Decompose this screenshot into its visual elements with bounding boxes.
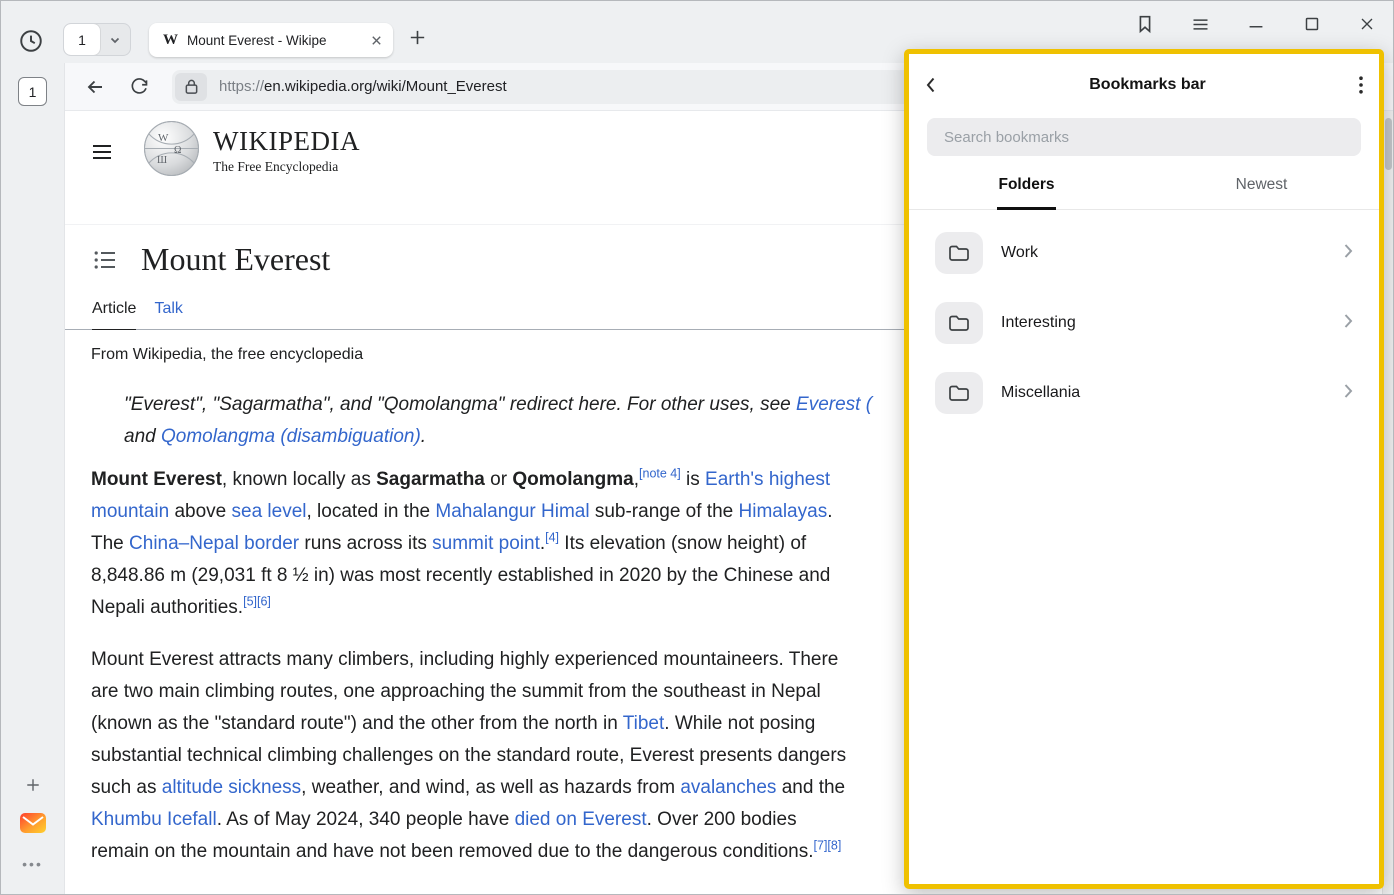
tab-folders-label: Folders <box>997 172 1057 210</box>
contents-icon[interactable] <box>94 250 116 270</box>
wikipedia-globe-icon: W Ω Ш <box>143 120 200 182</box>
folder-row-miscellania[interactable]: Miscellania <box>915 358 1373 428</box>
tab-newest-label: Newest <box>1234 172 1290 209</box>
folder-label: Work <box>1001 244 1343 262</box>
titlebar-icons <box>1134 13 1377 35</box>
svg-text:W: W <box>158 132 169 144</box>
close-icon[interactable] <box>1357 14 1377 34</box>
sidebar-workspace-badge[interactable]: 1 <box>18 77 47 106</box>
back-icon[interactable] <box>83 75 107 99</box>
url-host-path: en.wikipedia.org/wiki/Mount_Everest <box>264 78 507 95</box>
maximize-icon[interactable] <box>1301 13 1323 35</box>
tab-article[interactable]: Article <box>92 300 136 330</box>
chevron-right-icon <box>1343 313 1353 334</box>
folder-icon <box>935 302 983 344</box>
browser-tab[interactable]: W Mount Everest - Wikipe <box>149 23 393 57</box>
back-chevron-icon[interactable] <box>925 76 936 94</box>
scrollbar-thumb[interactable] <box>1385 118 1392 170</box>
workspace-switcher[interactable]: 1 <box>63 23 131 56</box>
tab-newest[interactable]: Newest <box>1144 172 1379 209</box>
tab-close-icon[interactable] <box>370 34 383 47</box>
folder-row-interesting[interactable]: Interesting <box>915 288 1373 358</box>
bookmarks-folder-list: Work Interesting Miscellania <box>909 210 1379 436</box>
lock-icon[interactable] <box>175 73 207 101</box>
add-panel-icon[interactable] <box>24 776 42 794</box>
page-title: Mount Everest <box>141 241 330 278</box>
chevron-down-icon <box>100 24 130 55</box>
reload-icon[interactable] <box>129 76 150 97</box>
url-text: https://en.wikipedia.org/wiki/Mount_Ever… <box>219 78 507 95</box>
menu-icon[interactable] <box>1190 14 1211 35</box>
tab-folders[interactable]: Folders <box>909 172 1144 209</box>
clock-icon[interactable] <box>18 28 44 54</box>
bookmarks-title: Bookmarks bar <box>936 76 1359 94</box>
tab-title: Mount Everest - Wikipe <box>187 33 364 48</box>
folder-icon <box>935 372 983 414</box>
search-bookmarks-input[interactable] <box>927 118 1361 156</box>
folder-label: Interesting <box>1001 314 1343 332</box>
kebab-menu-icon[interactable] <box>1359 76 1363 94</box>
wikipedia-logo[interactable]: W Ω Ш WIKIPEDIA The Free Encyclopedia <box>143 120 360 182</box>
hamburger-icon[interactable] <box>91 141 113 163</box>
workspace-number: 1 <box>64 24 100 55</box>
tab-talk[interactable]: Talk <box>154 300 182 329</box>
more-dots-icon[interactable]: ••• <box>22 856 43 872</box>
left-sidebar: 1 ••• <box>1 63 65 894</box>
mail-icon[interactable] <box>19 809 47 842</box>
svg-text:Ш: Ш <box>157 155 167 166</box>
folder-label: Miscellania <box>1001 384 1343 402</box>
url-scheme: https:// <box>219 78 264 95</box>
browser-window: 1 W Mount Everest - Wikipe <box>0 0 1394 895</box>
bookmarks-tabs: Folders Newest <box>909 172 1379 210</box>
bookmarks-header: Bookmarks bar <box>909 54 1379 116</box>
chevron-right-icon <box>1343 383 1353 404</box>
bookmarks-popup: Bookmarks bar Folders Newest Work <box>904 49 1384 889</box>
svg-text:Ω: Ω <box>174 145 181 156</box>
logo-tagline: The Free Encyclopedia <box>213 159 360 175</box>
logo-title: WIKIPEDIA <box>213 127 360 155</box>
wikipedia-favicon: W <box>163 32 178 49</box>
folder-row-work[interactable]: Work <box>915 218 1373 288</box>
folder-icon <box>935 232 983 274</box>
minimize-icon[interactable] <box>1245 13 1267 35</box>
new-tab-button[interactable] <box>407 27 428 48</box>
bookmarks-menu-icon[interactable] <box>1134 13 1156 35</box>
wikipedia-wordmark: WIKIPEDIA The Free Encyclopedia <box>213 127 360 174</box>
chevron-right-icon <box>1343 243 1353 264</box>
